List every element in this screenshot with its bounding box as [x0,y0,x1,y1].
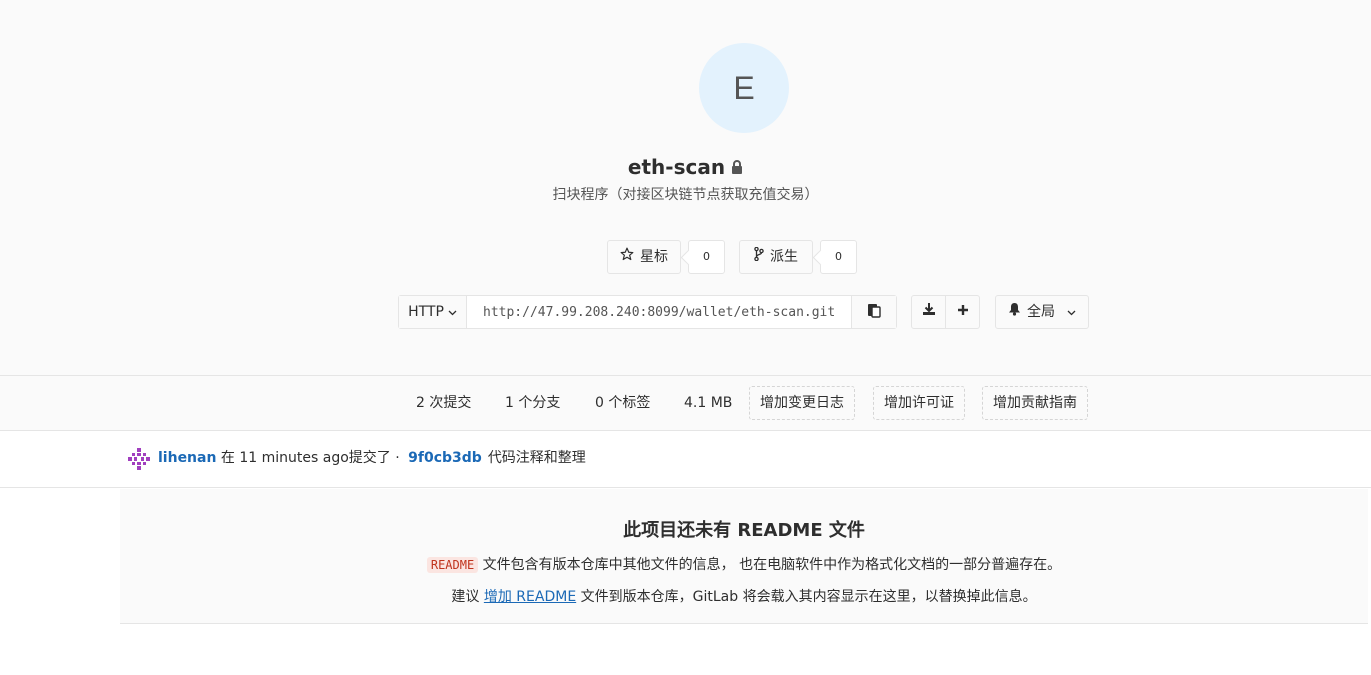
project-name[interactable]: eth-scan [628,155,725,179]
clone-url-group: HTTP [398,295,897,329]
project-description: 扫块程序（对接区块链节点获取充值交易） [552,187,819,203]
add-contributing-button[interactable]: 增加贡献指南 [982,386,1088,420]
clone-protocol-label: HTTP [408,304,444,320]
readme-p1-text: 文件包含有版本仓库中其他文件的信息， 也在电脑软件中作为格式化文档的一部分普遍存… [478,557,1062,573]
project-title: eth-scan [0,152,1371,182]
readme-code-word: README [426,557,479,573]
clipboard-icon [867,302,881,322]
add-new-button[interactable] [945,295,980,329]
last-commit-row: lihenan 在 11 minutes ago提交了 · 9f0cb3db 代码… [0,431,1371,488]
chevron-down-icon [1067,296,1076,328]
star-count[interactable]: 0 [688,240,725,274]
clone-protocol-dropdown[interactable]: HTTP [399,296,467,328]
notification-dropdown[interactable]: 全局 [995,295,1089,329]
author-avatar[interactable] [127,447,151,475]
commit-time-text: 在 11 minutes ago提交了 · [216,450,405,466]
fork-icon [754,241,764,273]
add-readme-link[interactable]: 增加 README [484,589,576,605]
fork-button[interactable]: 派生 [739,240,813,274]
bell-icon [1008,296,1021,328]
readme-empty-state: 此项目还未有 README 文件 README 文件包含有版本仓库中其他文件的信… [120,489,1368,624]
readme-empty-title: 此项目还未有 README 文件 [623,520,865,541]
repo-size: 4.1 MB [684,395,733,411]
commit-sha-link[interactable]: 9f0cb3db [408,450,482,466]
star-label: 星标 [640,249,668,265]
commit-message[interactable]: 代码注释和整理 [488,450,586,466]
lock-icon [731,152,743,182]
chevron-down-icon [448,304,457,320]
readme-p2-prefix: 建议 [451,589,484,605]
clone-url-input[interactable] [467,296,851,328]
project-home-panel: E eth-scan 扫块程序（对接区块链节点获取充值交易） 星标 0 派生 0… [0,0,1371,376]
plus-icon [957,296,969,328]
tags-link[interactable]: 0 个标签 [595,394,650,412]
copy-url-button[interactable] [851,296,896,328]
readme-p2-suffix: 文件到版本仓库，GitLab 将会载入其内容显示在这里，以替换掉此信息。 [576,589,1037,605]
download-button[interactable] [911,295,946,329]
add-license-button[interactable]: 增加许可证 [873,386,965,420]
fork-label: 派生 [770,249,798,265]
readme-empty-suggestion: 建议 增加 README 文件到版本仓库，GitLab 将会载入其内容显示在这里… [120,587,1368,607]
fork-count[interactable]: 0 [820,240,857,274]
download-icon [922,296,936,328]
notification-level: 全局 [1027,304,1055,320]
commit-summary: lihenan 在 11 minutes ago提交了 · 9f0cb3db 代码… [158,449,586,467]
readme-empty-description: README 文件包含有版本仓库中其他文件的信息， 也在电脑软件中作为格式化文档… [120,555,1368,575]
commits-link[interactable]: 2 次提交 [416,394,471,412]
star-icon [620,241,634,273]
project-avatar: E [699,43,789,133]
branches-link[interactable]: 1 个分支 [505,394,560,412]
star-button[interactable]: 星标 [607,240,681,274]
project-stats-bar: 2 次提交 1 个分支 0 个标签 4.1 MB 增加变更日志 增加许可证 增加… [0,376,1371,431]
add-changelog-button[interactable]: 增加变更日志 [749,386,855,420]
commit-author-link[interactable]: lihenan [158,450,216,466]
